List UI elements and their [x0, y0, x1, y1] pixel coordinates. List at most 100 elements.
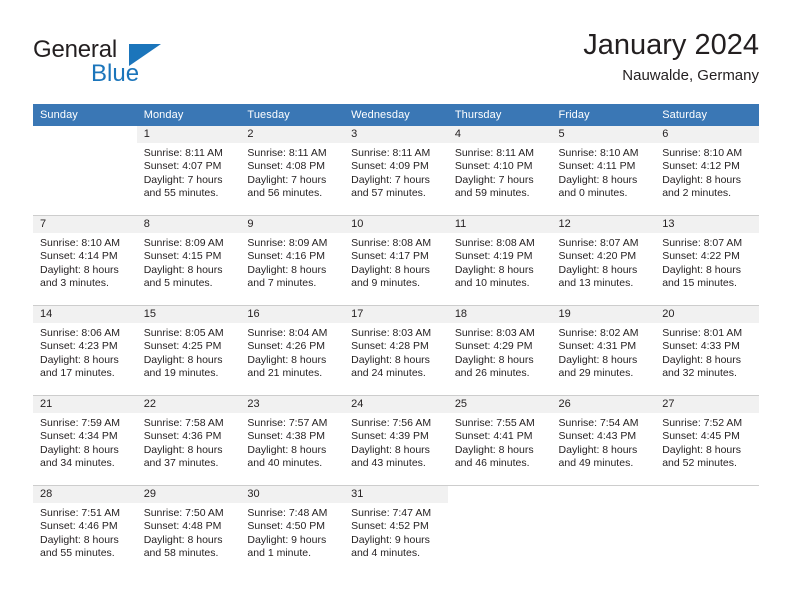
daylight-duration-line1: Daylight: 8 hours [143, 263, 223, 276]
calendar-day-cell[interactable]: 22 Sunrise: 7:58 AM Sunset: 4:36 PM Dayligh… [136, 395, 241, 486]
calendar-day-cell[interactable]: 11 Sunrise: 8:08 AM Sunset: 4:19 PM Dayligh… [447, 215, 552, 306]
day-number: 6 [655, 126, 759, 143]
calendar-day-cell[interactable]: 26 Sunrise: 7:54 AM Sunset: 4:43 PM Dayligh… [551, 395, 656, 486]
calendar-day-cell[interactable]: 1 Sunrise: 8:11 AM Sunset: 4:07 PM Daylight… [136, 126, 241, 216]
calendar-day-cell[interactable]: 8 Sunrise: 8:09 AM Sunset: 4:15 PM Daylight… [136, 215, 241, 306]
page-subtitle: Nauwalde, Germany [622, 67, 759, 84]
calendar-day-cell[interactable] [447, 485, 552, 575]
calendar-day-cell[interactable]: 23 Sunrise: 7:57 AM Sunset: 4:38 PM Dayligh… [240, 395, 345, 486]
daylight-duration-line1: Daylight: 8 hours [662, 443, 742, 456]
daylight-duration-line1: Daylight: 8 hours [662, 353, 742, 366]
daylight-duration-line2: and 52 minutes. [662, 456, 737, 469]
sunrise-time: Sunrise: 8:10 AM [662, 147, 743, 159]
sunrise-time: Sunrise: 8:11 AM [247, 147, 327, 159]
day-number: 30 [240, 486, 345, 503]
calendar-day-cell[interactable]: 27 Sunrise: 7:52 AM Sunset: 4:45 PM Dayligh… [655, 395, 759, 486]
sunset-time: Sunset: 4:16 PM [247, 250, 326, 263]
calendar-day-empty [448, 486, 552, 575]
calendar-day-cell[interactable]: 13 Sunrise: 8:07 AM Sunset: 4:22 PM Dayligh… [655, 215, 759, 306]
daylight-duration-line2: and 43 minutes. [351, 456, 426, 469]
calendar-day-cell[interactable]: 28 Sunrise: 7:51 AM Sunset: 4:46 PM Dayligh… [33, 485, 137, 575]
daylight-duration-line1: Daylight: 8 hours [558, 353, 638, 366]
calendar-day-cell[interactable]: 18 Sunrise: 8:03 AM Sunset: 4:29 PM Dayligh… [447, 305, 552, 396]
daylight-duration-line1: Daylight: 7 hours [351, 173, 430, 186]
sunset-time: Sunset: 4:28 PM [351, 340, 429, 353]
weekday-header-thursday: Thursday [447, 104, 552, 126]
calendar-day-content: 12 Sunrise: 8:07 AM Sunset: 4:20 PM Dayligh… [551, 216, 656, 305]
calendar-day-cell[interactable] [33, 126, 137, 216]
day-number: 27 [655, 396, 759, 413]
sun-info: Sunrise: 7:47 AM Sunset: 4:52 PM Daylight:… [344, 503, 448, 560]
day-number: 29 [136, 486, 241, 503]
calendar-day-cell[interactable]: 6 Sunrise: 8:10 AM Sunset: 4:12 PM Daylight… [655, 126, 759, 216]
daylight-duration-line1: Daylight: 8 hours [247, 443, 327, 456]
calendar-day-cell[interactable]: 30 Sunrise: 7:48 AM Sunset: 4:50 PM Dayligh… [240, 485, 345, 575]
calendar-day-content: 20 Sunrise: 8:01 AM Sunset: 4:33 PM Dayligh… [655, 306, 759, 395]
sun-info: Sunrise: 8:02 AM Sunset: 4:31 PM Daylight:… [552, 323, 656, 380]
daylight-duration-line2: and 9 minutes. [351, 276, 420, 289]
sunset-time: Sunset: 4:38 PM [247, 430, 326, 443]
calendar-day-cell[interactable]: 29 Sunrise: 7:50 AM Sunset: 4:48 PM Dayligh… [136, 485, 241, 575]
daylight-duration-line1: Daylight: 8 hours [40, 353, 119, 366]
weekday-header-friday: Friday [551, 104, 656, 126]
daylight-duration-line1: Daylight: 8 hours [143, 533, 223, 546]
calendar-day-cell[interactable]: 19 Sunrise: 8:02 AM Sunset: 4:31 PM Dayligh… [551, 305, 656, 396]
calendar-day-content: 15 Sunrise: 8:05 AM Sunset: 4:25 PM Dayligh… [136, 306, 241, 395]
sunset-time: Sunset: 4:17 PM [351, 250, 429, 263]
daylight-duration-line1: Daylight: 8 hours [558, 173, 638, 186]
calendar-day-cell[interactable]: 9 Sunrise: 8:09 AM Sunset: 4:16 PM Daylight… [240, 215, 345, 306]
day-number: 24 [344, 396, 448, 413]
calendar-day-cell[interactable]: 24 Sunrise: 7:56 AM Sunset: 4:39 PM Dayligh… [344, 395, 448, 486]
calendar-day-cell[interactable]: 3 Sunrise: 8:11 AM Sunset: 4:09 PM Daylight… [344, 126, 448, 216]
daylight-duration-line2: and 21 minutes. [247, 366, 323, 379]
sunset-time: Sunset: 4:10 PM [454, 160, 533, 173]
calendar-day-cell[interactable] [655, 485, 759, 575]
day-number: 1 [136, 126, 241, 143]
sunrise-time: Sunrise: 7:47 AM [351, 507, 432, 519]
day-number: 14 [33, 306, 137, 323]
sunrise-time: Sunrise: 8:04 AM [247, 327, 328, 339]
day-number [552, 486, 656, 503]
sun-info: Sunrise: 8:09 AM Sunset: 4:15 PM Daylight:… [137, 233, 241, 290]
day-number: 9 [240, 216, 345, 233]
calendar-day-cell[interactable] [551, 485, 656, 575]
daylight-duration-line2: and 1 minute. [247, 546, 312, 559]
sun-info: Sunrise: 7:48 AM Sunset: 4:50 PM Daylight:… [240, 503, 344, 560]
calendar-day-cell[interactable]: 14 Sunrise: 8:06 AM Sunset: 4:23 PM Dayligh… [33, 305, 137, 396]
sunset-time: Sunset: 4:25 PM [143, 340, 222, 353]
calendar-day-cell[interactable]: 16 Sunrise: 8:04 AM Sunset: 4:26 PM Dayligh… [240, 305, 345, 396]
calendar-day-content: 5 Sunrise: 8:10 AM Sunset: 4:11 PM Daylight… [551, 126, 656, 215]
daylight-duration-line1: Daylight: 8 hours [351, 353, 430, 366]
daylight-duration-line2: and 57 minutes. [351, 186, 426, 199]
calendar-day-cell[interactable]: 17 Sunrise: 8:03 AM Sunset: 4:28 PM Dayligh… [344, 305, 448, 396]
day-number: 25 [447, 396, 552, 413]
calendar-day-cell[interactable]: 7 Sunrise: 8:10 AM Sunset: 4:14 PM Daylight… [33, 215, 137, 306]
page-title: January 2024 [583, 29, 759, 61]
weekday-header-saturday: Saturday [655, 104, 759, 126]
calendar-day-cell[interactable]: 31 Sunrise: 7:47 AM Sunset: 4:52 PM Dayligh… [344, 485, 448, 575]
calendar-day-cell[interactable]: 25 Sunrise: 7:55 AM Sunset: 4:41 PM Dayligh… [447, 395, 552, 486]
calendar-week-row: 1 Sunrise: 8:11 AM Sunset: 4:07 PM Daylight… [33, 126, 759, 216]
calendar-day-cell[interactable]: 10 Sunrise: 8:08 AM Sunset: 4:17 PM Dayligh… [344, 215, 448, 306]
daylight-duration-line1: Daylight: 8 hours [143, 353, 223, 366]
title-block: January 2024 Nauwalde, Germany [583, 28, 759, 87]
calendar-day-content: 22 Sunrise: 7:58 AM Sunset: 4:36 PM Dayligh… [136, 396, 241, 485]
calendar-day-cell[interactable]: 21 Sunrise: 7:59 AM Sunset: 4:34 PM Dayligh… [33, 395, 137, 486]
calendar-day-empty [655, 486, 759, 575]
daylight-duration-line1: Daylight: 8 hours [247, 263, 327, 276]
daylight-duration-line1: Daylight: 9 hours [247, 533, 327, 546]
calendar-day-cell[interactable]: 15 Sunrise: 8:05 AM Sunset: 4:25 PM Dayligh… [136, 305, 241, 396]
sunset-time: Sunset: 4:31 PM [558, 340, 637, 353]
calendar-day-cell[interactable]: 12 Sunrise: 8:07 AM Sunset: 4:20 PM Dayligh… [551, 215, 656, 306]
day-number: 31 [344, 486, 448, 503]
sun-info: Sunrise: 8:11 AM Sunset: 4:10 PM Daylight:… [448, 143, 552, 200]
calendar-day-content: 23 Sunrise: 7:57 AM Sunset: 4:38 PM Dayligh… [240, 396, 345, 485]
sun-info: Sunrise: 8:10 AM Sunset: 4:12 PM Daylight:… [655, 143, 759, 200]
calendar-day-cell[interactable]: 4 Sunrise: 8:11 AM Sunset: 4:10 PM Daylight… [447, 126, 552, 216]
daylight-duration-line2: and 37 minutes. [143, 456, 219, 469]
calendar-day-content: 24 Sunrise: 7:56 AM Sunset: 4:39 PM Dayligh… [344, 396, 448, 485]
calendar-day-cell[interactable]: 2 Sunrise: 8:11 AM Sunset: 4:08 PM Daylight… [240, 126, 345, 216]
calendar-day-cell[interactable]: 5 Sunrise: 8:10 AM Sunset: 4:11 PM Daylight… [551, 126, 656, 216]
calendar-day-cell[interactable]: 20 Sunrise: 8:01 AM Sunset: 4:33 PM Dayligh… [655, 305, 759, 396]
calendar-day-content: 1 Sunrise: 8:11 AM Sunset: 4:07 PM Daylight… [136, 126, 241, 215]
